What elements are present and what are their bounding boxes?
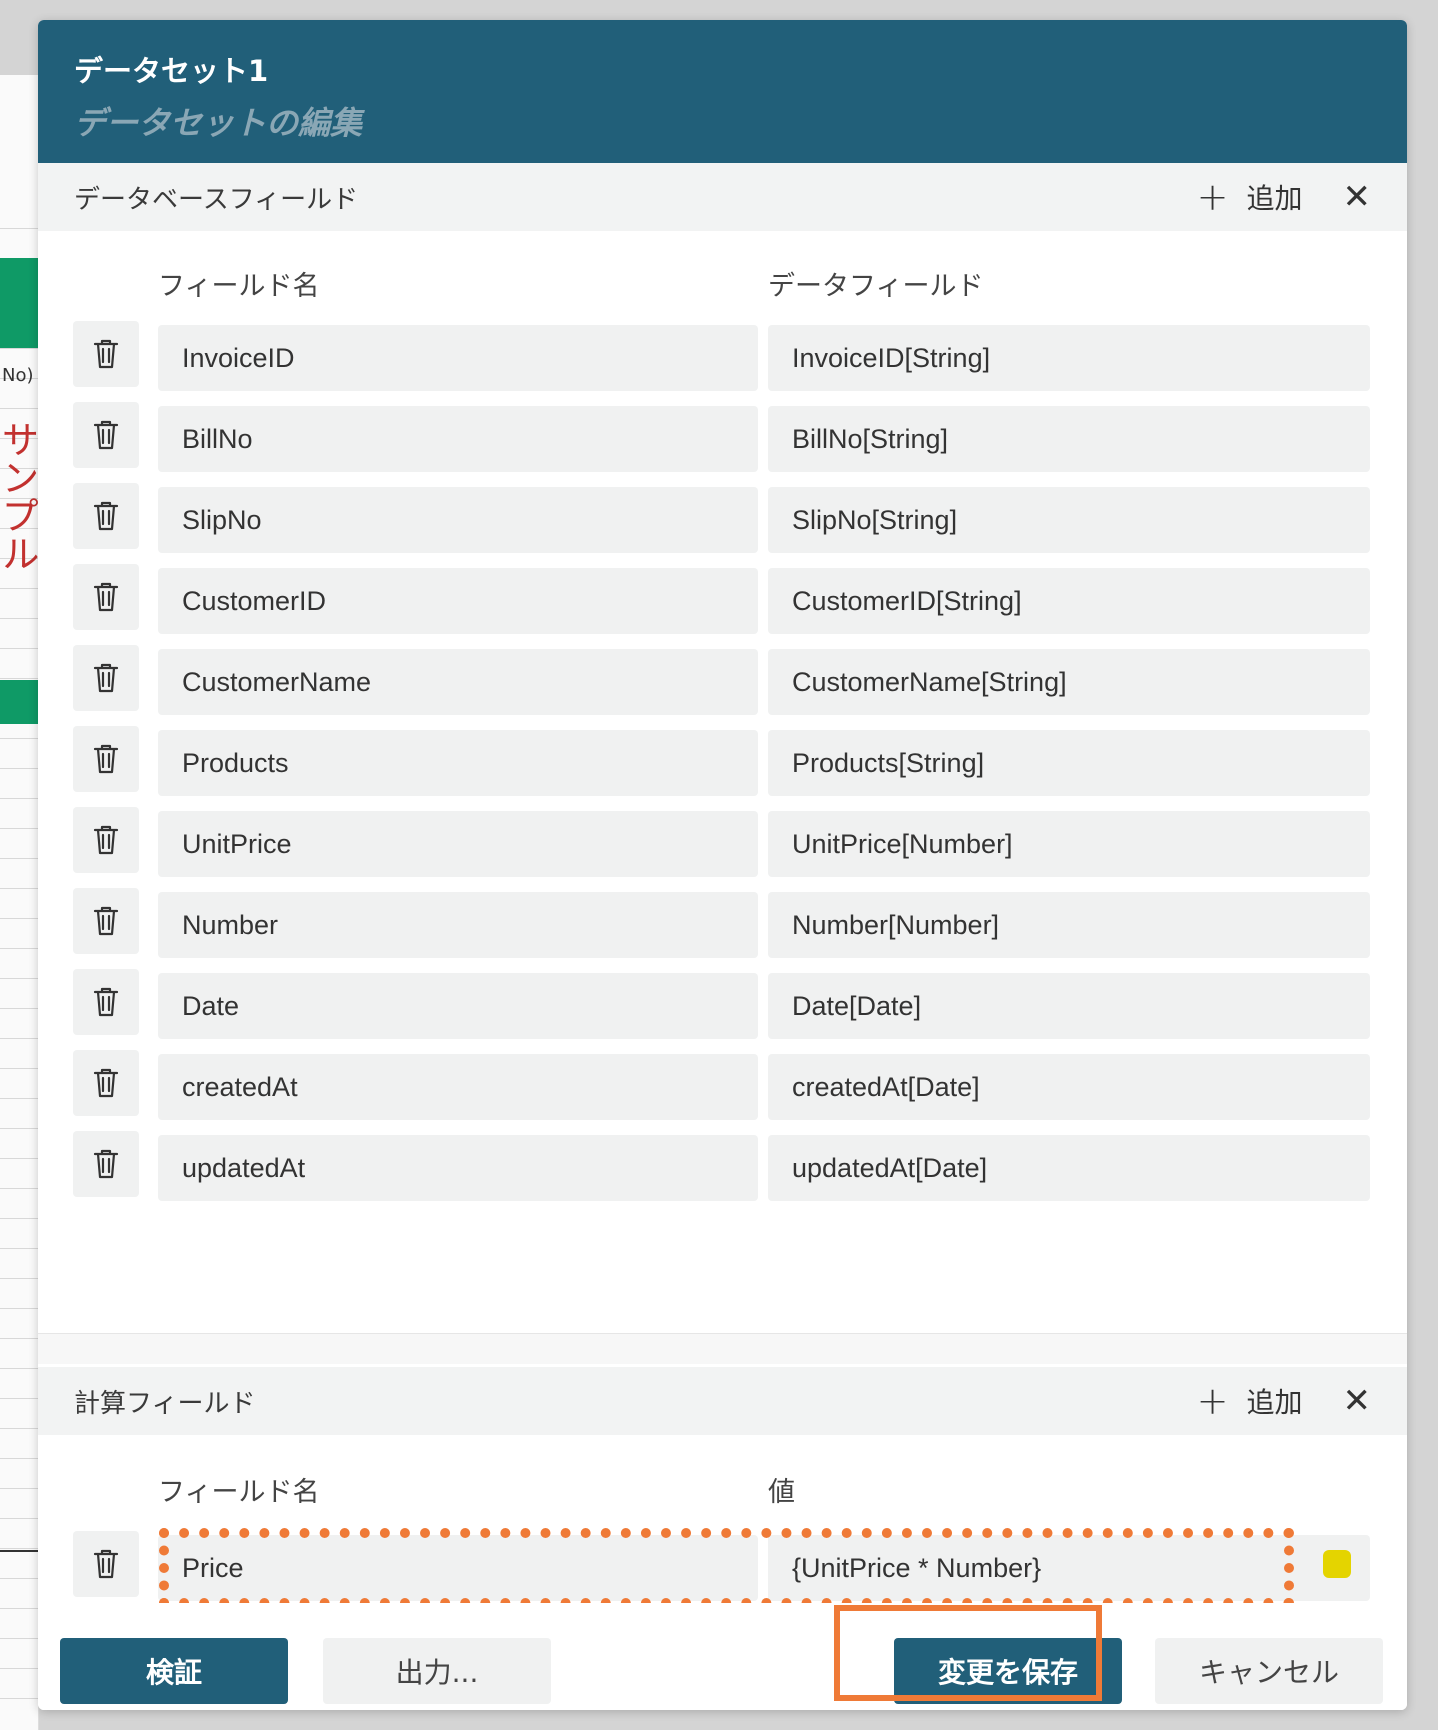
table-row: Date Date[Date] bbox=[73, 969, 1407, 1039]
background-green-cell bbox=[0, 258, 38, 348]
dataset-dialog: データセット1 データセットの編集 データベースフィールド + 追加 ✕ フィー… bbox=[38, 20, 1407, 1710]
trash-icon[interactable] bbox=[73, 1050, 139, 1116]
table-row: CustomerName CustomerName[String] bbox=[73, 645, 1407, 715]
data-field-select[interactable]: CustomerName[String] bbox=[768, 649, 1370, 715]
table-row: BillNo BillNo[String] bbox=[73, 402, 1407, 472]
field-name-input[interactable]: createdAt bbox=[158, 1054, 758, 1120]
save-changes-button[interactable]: 変更を保存 bbox=[894, 1638, 1122, 1704]
dialog-subtitle: データセットの編集 bbox=[74, 104, 363, 142]
field-name-input[interactable]: SlipNo bbox=[158, 487, 758, 553]
trash-icon[interactable] bbox=[73, 321, 139, 387]
trash-icon[interactable] bbox=[73, 402, 139, 468]
data-field-select[interactable]: BillNo[String] bbox=[768, 406, 1370, 472]
trash-icon[interactable] bbox=[73, 564, 139, 630]
trash-icon[interactable] bbox=[73, 1131, 139, 1197]
data-field-select[interactable]: Date[Date] bbox=[768, 973, 1370, 1039]
export-button[interactable]: 出力... bbox=[323, 1638, 551, 1704]
background-green-cell bbox=[0, 680, 38, 724]
db-fields-section-header: データベースフィールド + 追加 ✕ bbox=[38, 163, 1407, 231]
field-name-input[interactable]: UnitPrice bbox=[158, 811, 758, 877]
field-name-input[interactable]: CustomerName bbox=[158, 649, 758, 715]
background-red-text: サンプル bbox=[0, 420, 39, 572]
column-header-data-field: データフィールド bbox=[768, 271, 984, 302]
section-divider bbox=[38, 1333, 1407, 1364]
data-field-select[interactable]: Products[String] bbox=[768, 730, 1370, 796]
data-field-select[interactable]: updatedAt[Date] bbox=[768, 1135, 1370, 1201]
calc-fields-section-label: 計算フィールド bbox=[74, 1388, 256, 1419]
trash-icon[interactable] bbox=[73, 726, 139, 792]
column-header-value: 値 bbox=[768, 1477, 795, 1508]
background-cell-text: No) bbox=[2, 365, 34, 386]
trash-icon[interactable] bbox=[73, 1531, 139, 1597]
value-input[interactable]: {UnitPrice * Number} bbox=[768, 1535, 1370, 1601]
dialog-footer: 検証 出力... 変更を保存 キャンセル bbox=[38, 1603, 1407, 1710]
validate-button[interactable]: 検証 bbox=[60, 1638, 288, 1704]
table-row: Number Number[Number] bbox=[73, 888, 1407, 958]
field-name-input[interactable]: updatedAt bbox=[158, 1135, 758, 1201]
calc-fields-add-button[interactable]: + 追加 bbox=[1197, 1381, 1303, 1421]
field-name-input[interactable]: Products bbox=[158, 730, 758, 796]
data-field-select[interactable]: InvoiceID[String] bbox=[768, 325, 1370, 391]
table-row: createdAt createdAt[Date] bbox=[73, 1050, 1407, 1120]
table-row: Price {UnitPrice * Number} bbox=[73, 1531, 1407, 1601]
close-icon[interactable]: ✕ bbox=[1343, 1384, 1372, 1418]
trash-icon[interactable] bbox=[73, 483, 139, 549]
table-row: UnitPrice UnitPrice[Number] bbox=[73, 807, 1407, 877]
plus-icon: + bbox=[1196, 1379, 1229, 1423]
trash-icon[interactable] bbox=[73, 888, 139, 954]
trash-icon[interactable] bbox=[73, 645, 139, 711]
plus-icon: + bbox=[1196, 175, 1229, 219]
trash-icon[interactable] bbox=[73, 807, 139, 873]
table-row: InvoiceID InvoiceID[String] bbox=[73, 321, 1407, 391]
trash-icon[interactable] bbox=[73, 969, 139, 1035]
calc-fields-section-header: 計算フィールド + 追加 ✕ bbox=[38, 1367, 1407, 1435]
db-fields-section-label: データベースフィールド bbox=[74, 184, 359, 215]
background-border-line bbox=[0, 1550, 38, 1552]
data-field-select[interactable]: CustomerID[String] bbox=[768, 568, 1370, 634]
data-field-select[interactable]: SlipNo[String] bbox=[768, 487, 1370, 553]
table-row: CustomerID CustomerID[String] bbox=[73, 564, 1407, 634]
field-name-input[interactable]: InvoiceID bbox=[158, 325, 758, 391]
close-icon[interactable]: ✕ bbox=[1343, 180, 1372, 214]
field-name-input[interactable]: CustomerID bbox=[158, 568, 758, 634]
db-fields-add-button[interactable]: + 追加 bbox=[1197, 177, 1303, 217]
data-field-select[interactable]: Number[Number] bbox=[768, 892, 1370, 958]
dialog-title: データセット1 bbox=[74, 54, 269, 88]
dialog-header: データセット1 データセットの編集 bbox=[38, 20, 1407, 163]
field-name-input[interactable]: Date bbox=[158, 973, 758, 1039]
cancel-button[interactable]: キャンセル bbox=[1155, 1638, 1383, 1704]
table-row: Products Products[String] bbox=[73, 726, 1407, 796]
field-name-input[interactable]: Number bbox=[158, 892, 758, 958]
table-row: updatedAt updatedAt[Date] bbox=[73, 1131, 1407, 1201]
data-field-select[interactable]: createdAt[Date] bbox=[768, 1054, 1370, 1120]
field-name-input[interactable]: BillNo bbox=[158, 406, 758, 472]
table-row: SlipNo SlipNo[String] bbox=[73, 483, 1407, 553]
field-name-input[interactable]: Price bbox=[158, 1535, 758, 1601]
status-indicator bbox=[1323, 1550, 1351, 1578]
column-header-field-name: フィールド名 bbox=[158, 1477, 320, 1508]
column-header-field-name: フィールド名 bbox=[158, 271, 320, 302]
data-field-select[interactable]: UnitPrice[Number] bbox=[768, 811, 1370, 877]
add-label: 追加 bbox=[1246, 182, 1303, 215]
add-label: 追加 bbox=[1246, 1386, 1303, 1419]
